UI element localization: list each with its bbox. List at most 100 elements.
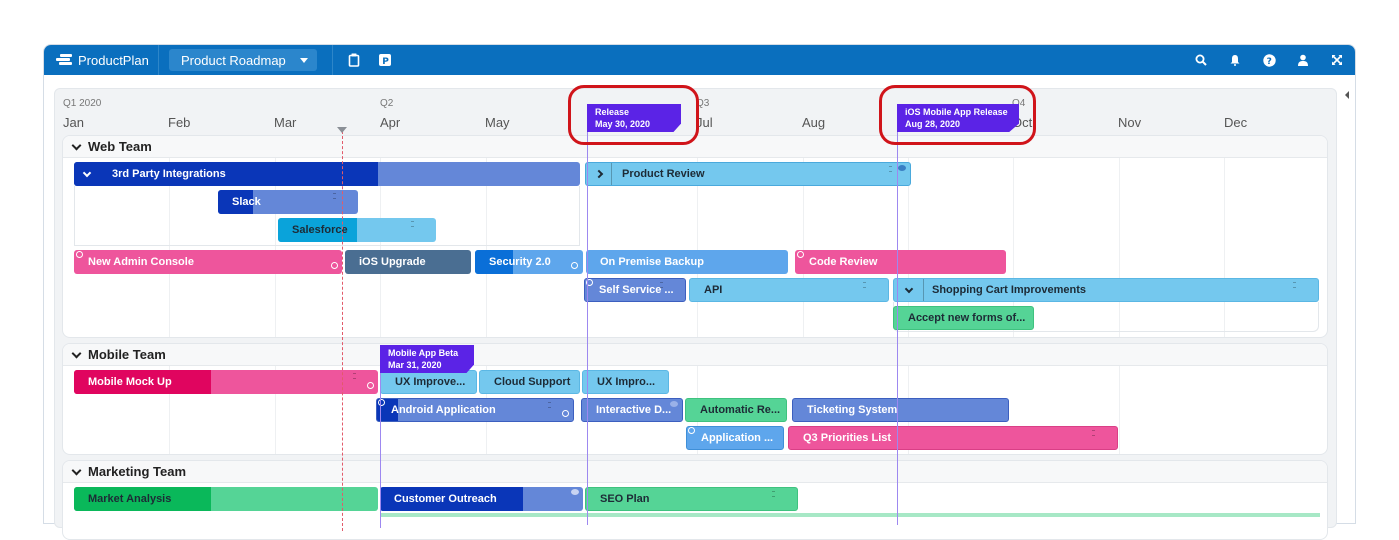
bar-label: Product Review bbox=[622, 168, 705, 180]
bar-label: SEO Plan bbox=[600, 493, 650, 505]
bar-accept-new-forms-of[interactable]: Accept new forms of... bbox=[893, 306, 1034, 330]
drag-handle-icon[interactable] bbox=[548, 402, 551, 408]
chevron-right-icon bbox=[594, 169, 603, 179]
expand-toggle[interactable] bbox=[894, 279, 924, 301]
milestone-line bbox=[380, 368, 381, 528]
bar-application[interactable]: Application ... bbox=[686, 426, 784, 450]
top-navigation-bar: ProductPlan Product Roadmap P ? bbox=[44, 45, 1355, 75]
drag-handle-icon[interactable] bbox=[863, 282, 866, 288]
bar-label: Security 2.0 bbox=[489, 256, 551, 268]
user-icon[interactable] bbox=[1295, 52, 1311, 68]
dependency-start-icon[interactable] bbox=[688, 427, 695, 434]
expand-icon[interactable] bbox=[1329, 52, 1345, 68]
bar-label: Self Service ... bbox=[599, 284, 674, 296]
bar-shopping-cart-improvements[interactable]: Shopping Cart Improvements bbox=[893, 278, 1319, 302]
bar-ticketing-system[interactable]: Ticketing System bbox=[792, 398, 1009, 422]
dependency-start-icon[interactable] bbox=[76, 251, 83, 258]
drag-handle-icon[interactable] bbox=[889, 166, 892, 172]
bar-slack[interactable]: Slack bbox=[218, 190, 358, 214]
bar-api[interactable]: API bbox=[689, 278, 889, 302]
bar-market-analysis[interactable]: Market Analysis bbox=[74, 487, 378, 511]
expand-toggle[interactable] bbox=[586, 163, 612, 185]
dependency-end-icon[interactable] bbox=[367, 382, 374, 389]
today-marker-icon[interactable] bbox=[337, 127, 347, 133]
bar-security-2-0[interactable]: Security 2.0 bbox=[475, 250, 583, 274]
productplan-logo-icon bbox=[56, 54, 72, 66]
bar-label: Automatic Re... bbox=[700, 404, 781, 416]
bar-label: Salesforce bbox=[292, 224, 348, 236]
bar-product-review[interactable]: Product Review bbox=[585, 162, 911, 186]
lane-toggle-mobile-team[interactable]: Mobile Team bbox=[71, 347, 166, 362]
bar-label: Application ... bbox=[701, 432, 774, 444]
month-label: Feb bbox=[168, 115, 191, 130]
bar-label: iOS Upgrade bbox=[359, 256, 426, 268]
chevron-down-icon bbox=[904, 284, 913, 293]
comment-icon[interactable] bbox=[571, 489, 579, 495]
bar-customer-outreach[interactable]: Customer Outreach bbox=[380, 487, 583, 511]
brand[interactable]: ProductPlan bbox=[56, 45, 149, 75]
highlight-annotation-release bbox=[568, 85, 699, 145]
bar-label: On Premise Backup bbox=[600, 256, 704, 268]
bar-ios-upgrade[interactable]: iOS Upgrade bbox=[345, 250, 471, 274]
bar-on-premise-backup[interactable]: On Premise Backup bbox=[586, 250, 788, 274]
collapse-panel-arrow-icon[interactable] bbox=[1345, 91, 1349, 99]
drag-handle-icon[interactable] bbox=[772, 491, 775, 497]
drag-handle-icon[interactable] bbox=[1293, 282, 1296, 288]
chevron-down-icon bbox=[71, 140, 82, 150]
chevron-down-icon bbox=[82, 168, 92, 177]
milestone-line bbox=[587, 125, 588, 525]
bar-q3-priorities-list[interactable]: Q3 Priorities List bbox=[788, 426, 1118, 450]
bar-automatic-re[interactable]: Automatic Re... bbox=[685, 398, 787, 422]
bar-label: UX Improve... bbox=[395, 376, 466, 388]
svg-text:?: ? bbox=[1266, 57, 1271, 67]
clipboard-icon[interactable] bbox=[346, 52, 362, 68]
quarter-label: Q1 2020 bbox=[63, 98, 102, 109]
bar-label: Ticketing System bbox=[807, 404, 898, 416]
drag-handle-icon[interactable] bbox=[411, 221, 414, 227]
drag-handle-icon[interactable] bbox=[353, 373, 356, 379]
chevron-down-icon bbox=[71, 348, 82, 358]
bar-seo-plan[interactable]: SEO Plan bbox=[585, 487, 798, 511]
divider bbox=[332, 45, 333, 75]
drag-handle-icon[interactable] bbox=[1092, 430, 1095, 436]
lane-header bbox=[63, 344, 1327, 366]
lane-toggle-marketing-team[interactable]: Marketing Team bbox=[71, 464, 186, 479]
bar-ux-impro[interactable]: UX Impro... bbox=[582, 370, 669, 394]
dependency-start-icon[interactable] bbox=[797, 251, 804, 258]
milestone-date: Mar 31, 2020 bbox=[388, 360, 442, 370]
bar-ux-improve[interactable]: UX Improve... bbox=[380, 370, 477, 394]
partial-bar-row bbox=[380, 513, 1320, 517]
lane-title: Web Team bbox=[88, 139, 152, 154]
bar-android-application[interactable]: Android Application bbox=[376, 398, 574, 422]
parking-p-icon[interactable]: P bbox=[377, 52, 393, 68]
bar-self-service[interactable]: Self Service ... bbox=[584, 278, 686, 302]
lane-toggle-web-team[interactable]: Web Team bbox=[71, 139, 152, 154]
help-icon[interactable]: ? bbox=[1261, 52, 1277, 68]
drag-handle-icon[interactable] bbox=[333, 193, 336, 199]
bar-cloud-support[interactable]: Cloud Support bbox=[479, 370, 580, 394]
brand-name: ProductPlan bbox=[78, 52, 149, 68]
roadmap-selector-dropdown[interactable]: Product Roadmap bbox=[169, 49, 317, 71]
bar-code-review[interactable]: Code Review bbox=[795, 250, 1006, 274]
search-icon[interactable] bbox=[1193, 52, 1209, 68]
bell-icon[interactable] bbox=[1227, 52, 1243, 68]
dependency-end-icon[interactable] bbox=[571, 262, 578, 269]
bar-label: Market Analysis bbox=[88, 493, 172, 505]
bar-mobile-mock-up[interactable]: Mobile Mock Up bbox=[74, 370, 378, 394]
bar-label: Android Application bbox=[391, 404, 496, 416]
month-label: Mar bbox=[274, 115, 297, 130]
bar-new-admin-console[interactable]: New Admin Console bbox=[74, 250, 342, 274]
dependency-end-icon[interactable] bbox=[331, 262, 338, 269]
bar-label: Accept new forms of... bbox=[908, 312, 1026, 324]
bar-label: UX Impro... bbox=[597, 376, 656, 388]
milestone-mobile-app-beta[interactable]: Mobile App Beta Mar 31, 2020 bbox=[380, 345, 474, 373]
bar-3rd-party-integrations[interactable]: 3rd Party Integrations bbox=[74, 162, 580, 186]
chevron-down-icon bbox=[71, 465, 82, 475]
dependency-end-icon[interactable] bbox=[562, 410, 569, 417]
bar-salesforce[interactable]: Salesforce bbox=[278, 218, 436, 242]
expand-toggle[interactable] bbox=[74, 162, 100, 186]
bar-interactive-d[interactable]: Interactive D... bbox=[581, 398, 683, 422]
month-label: Apr bbox=[380, 115, 401, 130]
bar-label: Interactive D... bbox=[596, 404, 672, 416]
comment-icon[interactable] bbox=[898, 165, 906, 171]
